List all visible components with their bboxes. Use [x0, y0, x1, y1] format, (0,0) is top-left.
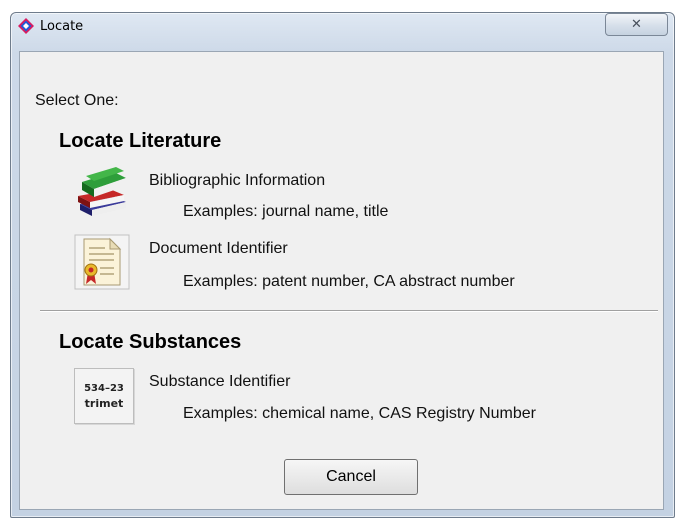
locate-literature-heading: Locate Literature: [59, 130, 222, 152]
app-diamond-icon: [18, 18, 34, 34]
bibliographic-information-option[interactable]: Bibliographic Information: [149, 172, 325, 190]
select-one-label: Select One:: [35, 92, 119, 109]
section-divider: [40, 310, 658, 312]
bibliographic-examples: Examples: journal name, title: [183, 203, 389, 220]
document-identifier-option[interactable]: Document Identifier: [149, 240, 288, 258]
substance-identifier-option[interactable]: Substance Identifier: [149, 373, 290, 391]
substance-identifier-examples: Examples: chemical name, CAS Registry Nu…: [183, 405, 537, 422]
books-icon[interactable]: [74, 164, 130, 220]
substance-icon-line2: trimet: [84, 396, 124, 410]
substance-icon-line1: 534–23: [84, 382, 124, 394]
cancel-button[interactable]: Cancel: [284, 459, 418, 495]
certificate-document-icon[interactable]: [74, 234, 130, 290]
locate-substances-heading: Locate Substances: [59, 331, 242, 353]
substance-id-icon[interactable]: 534–23 trimet: [74, 368, 134, 424]
close-button[interactable]: ✕: [605, 13, 668, 36]
window-title: Locate: [40, 19, 84, 34]
close-icon: ✕: [631, 17, 642, 32]
document-identifier-examples: Examples: patent number, CA abstract num…: [183, 273, 515, 290]
